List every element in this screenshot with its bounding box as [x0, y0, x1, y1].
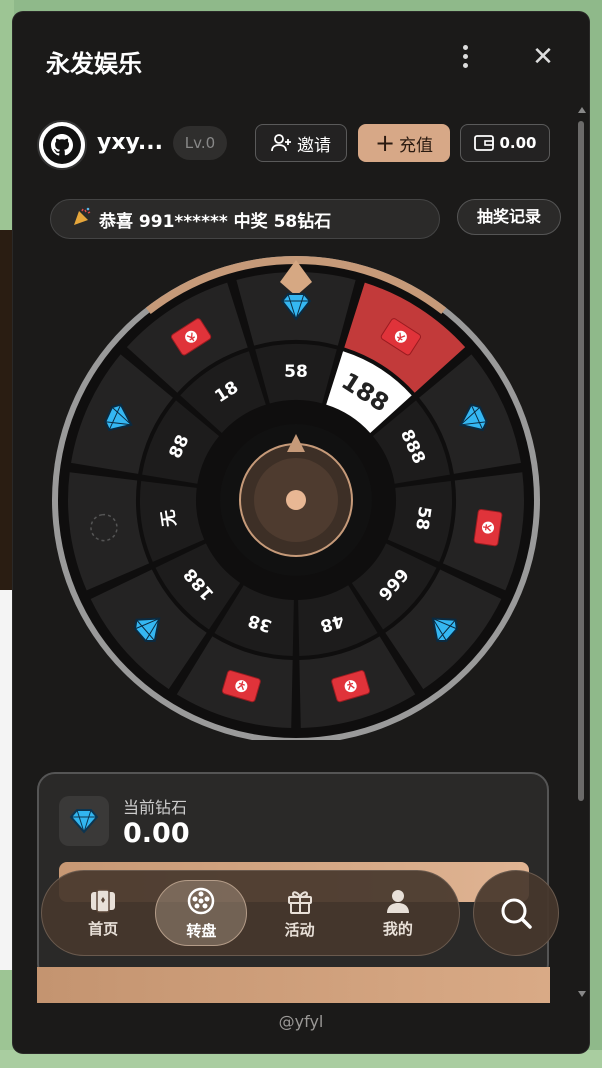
mini-app-window: 永发娱乐 ✕ yxy... Lv.0 邀请 + 充值 0.00 恭喜 991**… [13, 12, 589, 1053]
gift-icon [287, 890, 312, 914]
nav-label: 转盘 [186, 921, 217, 940]
home-card-icon [91, 888, 116, 913]
search-icon [501, 898, 532, 929]
wheel-hub-center[interactable] [286, 490, 306, 510]
winner-ticker: 恭喜 991****** 中奖 58钻石 [50, 199, 440, 239]
background-fragment [0, 590, 14, 970]
recharge-label: 充值 [399, 135, 434, 156]
red-envelope-icon [473, 508, 503, 547]
scrollbar[interactable] [576, 107, 586, 997]
close-icon[interactable]: ✕ [531, 44, 555, 70]
bottom-nav: 首页 转盘 活动 我的 [41, 870, 460, 956]
search-button[interactable] [473, 870, 559, 956]
add-user-icon [271, 134, 291, 152]
nav-label: 我的 [382, 919, 413, 938]
balance-label: 当前钻石 [123, 798, 188, 817]
level-badge: Lv.0 [173, 126, 227, 160]
username: yxy... [97, 130, 163, 155]
nav-item-home[interactable]: 首页 [57, 880, 149, 946]
draw-record-button[interactable]: 抽奖记录 [457, 199, 561, 235]
prize-wheel[interactable]: 58 188888586664838188无8818 [51, 250, 541, 740]
bottom-action-strip[interactable] [37, 967, 550, 1003]
party-popper-icon [71, 207, 91, 232]
github-icon [51, 134, 73, 156]
app-title: 永发娱乐 [46, 50, 142, 78]
wheel-icon [188, 887, 215, 914]
wallet-icon [474, 135, 495, 151]
background-fragment [0, 230, 14, 590]
invite-label: 邀请 [297, 135, 331, 156]
plus-icon: + [374, 129, 396, 157]
nav-label: 活动 [284, 920, 315, 939]
avatar[interactable] [37, 120, 87, 170]
ticker-text: 恭喜 991****** 中奖 58钻石 [99, 211, 332, 232]
nav-label: 首页 [88, 919, 119, 938]
nav-item-profile[interactable]: 我的 [352, 880, 444, 946]
more-menu-icon[interactable] [459, 45, 471, 71]
nav-item-wheel[interactable]: 转盘 [155, 880, 248, 946]
wallet-button[interactable]: 0.00 [460, 124, 550, 162]
user-icon [386, 889, 409, 913]
diamond-icon [59, 796, 109, 846]
wheel-label: 58 [284, 362, 308, 382]
nav-item-activity[interactable]: 活动 [254, 880, 346, 946]
wheel-label: 58 [411, 505, 434, 531]
recharge-button[interactable]: + 充值 [358, 124, 450, 162]
invite-button[interactable]: 邀请 [255, 124, 347, 162]
balance-value: 0.00 [123, 818, 190, 849]
footer-handle: @yfyl [278, 1012, 324, 1031]
wheel-label: 无 [158, 508, 180, 529]
wallet-balance: 0.00 [499, 134, 537, 152]
